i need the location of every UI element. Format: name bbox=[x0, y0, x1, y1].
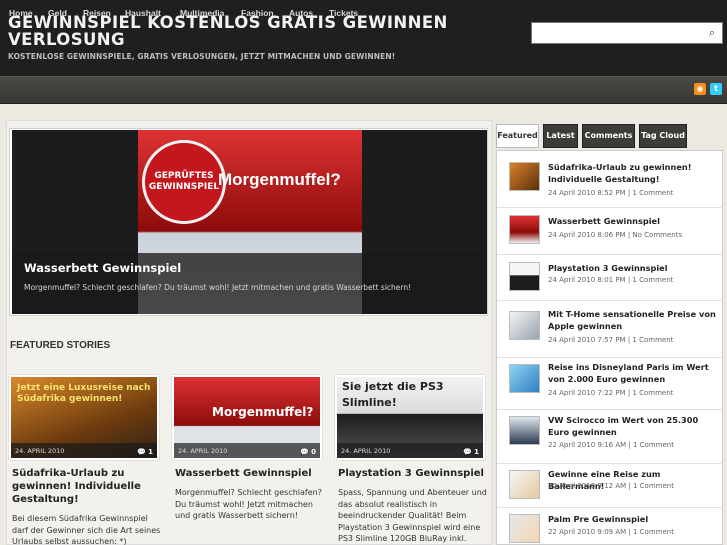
list-item[interactable]: Reise ins Disneyland Paris im Wert von 2… bbox=[497, 358, 724, 410]
tab-latest[interactable]: Latest bbox=[543, 124, 578, 148]
post-thumbnail[interactable] bbox=[509, 311, 540, 340]
list-item[interactable]: Gewinne eine Reise zum Ballermann! 22 Ap… bbox=[497, 464, 724, 508]
site-description: KOSTENLOSE GEWINNSPIELE, GRATIS VERLOSUN… bbox=[8, 52, 396, 61]
nav-item-tickets[interactable]: Tickets bbox=[329, 8, 358, 18]
featured-card-title[interactable]: Playstation 3 Gewinnspiel bbox=[338, 467, 488, 480]
nav-item-fashion[interactable]: Fashion bbox=[241, 8, 274, 18]
slide-image-headline: Morgenmuffel? bbox=[218, 170, 341, 189]
nav-item-autos[interactable]: Autos bbox=[289, 8, 313, 18]
post-meta: 22 April 2010 9:16 AM | 1 Comment bbox=[548, 441, 674, 449]
post-title[interactable]: Wasserbett Gewinnspiel bbox=[548, 216, 718, 228]
post-title[interactable]: Südafrika-Urlaub zu gewinnen! Individuel… bbox=[548, 162, 718, 185]
post-thumbnail[interactable] bbox=[509, 262, 540, 291]
featured-stories-heading: FEATURED STORIES bbox=[10, 340, 111, 351]
card-date: 24. APRIL 2010 bbox=[15, 447, 65, 455]
post-title[interactable]: Reise ins Disneyland Paris im Wert von 2… bbox=[548, 362, 718, 385]
featured-card-excerpt: Bei diesem Südafrika Gewinnspiel darf de… bbox=[12, 514, 161, 545]
thumbnail-text: Jetzt eine Luxusreise nach Südafrika gew… bbox=[17, 383, 151, 404]
thumbnail-text: Sie jetzt die PS3 Slimline! bbox=[342, 380, 444, 409]
post-title[interactable]: VW Scirocco im Wert von 25.300 Euro gewi… bbox=[548, 415, 718, 438]
comment-count: 💬 1 bbox=[136, 448, 153, 456]
featured-card-thumbnail[interactable]: Jetzt eine Luxusreise nach Südafrika gew… bbox=[9, 375, 159, 460]
list-item[interactable]: Palm Pre Gewinnspiel 22 April 2010 9:09 … bbox=[497, 508, 724, 545]
featured-card-thumbnail[interactable]: Morgenmuffel? 24. APRIL 2010 💬 0 bbox=[172, 375, 322, 460]
featured-card-title[interactable]: Südafrika-Urlaub zu gewinnen! Individuel… bbox=[12, 467, 162, 506]
post-thumbnail[interactable] bbox=[509, 416, 540, 445]
nav-item-home[interactable]: Home bbox=[9, 8, 33, 18]
post-meta: 24 April 2010 7:57 PM | 1 Comment bbox=[548, 336, 674, 344]
post-meta: 22 April 2010 9:12 AM | 1 Comment bbox=[548, 482, 674, 490]
post-thumbnail[interactable] bbox=[509, 514, 540, 543]
post-meta: 22 April 2010 9:09 AM | 1 Comment bbox=[548, 528, 674, 536]
slide-excerpt: Morgenmuffel? Schlecht geschlafen? Du tr… bbox=[24, 283, 412, 292]
post-thumbnail[interactable] bbox=[509, 364, 540, 393]
thumbnail-caption: 24. APRIL 2010 💬 1 bbox=[11, 443, 157, 458]
tab-featured[interactable]: Featured bbox=[496, 124, 539, 148]
sidebar-post-list: Südafrika-Urlaub zu gewinnen! Individuel… bbox=[496, 150, 724, 545]
search-input[interactable] bbox=[531, 22, 723, 44]
featured-card-thumbnail[interactable]: Sie jetzt die PS3 Slimline! 24. APRIL 20… bbox=[335, 375, 485, 460]
thumbnail-text: Morgenmuffel? bbox=[212, 405, 314, 419]
post-thumbnail[interactable] bbox=[509, 215, 540, 244]
post-meta: 24 April 2010 7:22 PM | 1 Comment bbox=[548, 389, 674, 397]
comment-count-value: 1 bbox=[148, 448, 153, 456]
comment-count-value: 0 bbox=[311, 448, 316, 456]
list-item[interactable]: Mit T-Home sensationelle Preise von Appl… bbox=[497, 301, 724, 358]
featured-card-title[interactable]: Wasserbett Gewinnspiel bbox=[175, 467, 325, 480]
card-date: 24. APRIL 2010 bbox=[178, 447, 228, 455]
list-item[interactable]: Wasserbett Gewinnspiel 24 April 2010 8:0… bbox=[497, 208, 724, 255]
post-meta: 24 April 2010 8:06 PM | No Comments bbox=[548, 231, 683, 239]
post-meta: 24 April 2010 8:01 PM | 1 Comment bbox=[548, 276, 674, 284]
nav-item-multimedia[interactable]: Multimedia bbox=[180, 8, 224, 18]
comment-count: 💬 1 bbox=[462, 448, 479, 456]
list-item[interactable]: VW Scirocco im Wert von 25.300 Euro gewi… bbox=[497, 410, 724, 464]
featured-card-excerpt: Spass, Spannung und Abenteuer und das ab… bbox=[338, 488, 487, 543]
sidebar-tabs: Featured Latest Comments Tag Cloud bbox=[496, 124, 723, 148]
nav-item-reisen[interactable]: Reisen bbox=[83, 8, 111, 18]
list-item[interactable]: Playstation 3 Gewinnspiel 24 April 2010 … bbox=[497, 255, 724, 301]
comment-count-value: 1 bbox=[474, 448, 479, 456]
site-title[interactable]: GEWINNSPIEL KOSTENLOS GRATIS GEWINNEN VE… bbox=[8, 14, 448, 48]
comment-count: 💬 0 bbox=[299, 448, 316, 456]
slide-title[interactable]: Wasserbett Gewinnspiel bbox=[24, 261, 181, 275]
post-title[interactable]: Playstation 3 Gewinnspiel bbox=[548, 263, 718, 275]
post-title[interactable]: Palm Pre Gewinnspiel bbox=[548, 514, 718, 526]
nav-item-geld[interactable]: Geld bbox=[48, 8, 67, 18]
main-navigation bbox=[0, 76, 727, 104]
post-thumbnail[interactable] bbox=[509, 470, 540, 499]
thumbnail-caption: 24. APRIL 2010 💬 1 bbox=[337, 443, 483, 458]
tab-comments[interactable]: Comments bbox=[582, 124, 635, 148]
post-title[interactable]: Mit T-Home sensationelle Preise von Appl… bbox=[548, 309, 718, 332]
tab-tag-cloud[interactable]: Tag Cloud bbox=[639, 124, 687, 148]
slide-seal: GEPRÜFTES GEWINNSPIEL bbox=[142, 140, 226, 224]
nav-item-haushalt[interactable]: Haushalt bbox=[125, 8, 161, 18]
post-thumbnail[interactable] bbox=[509, 162, 540, 191]
featured-card-excerpt: Morgenmuffel? Schlecht geschlafen? Du tr… bbox=[175, 488, 322, 520]
post-meta: 24 April 2010 8:52 PM | 1 Comment bbox=[548, 189, 674, 197]
search-icon[interactable]: ⌕ bbox=[704, 25, 720, 41]
list-item[interactable]: Südafrika-Urlaub zu gewinnen! Individuel… bbox=[497, 151, 724, 208]
thumbnail-caption: 24. APRIL 2010 💬 0 bbox=[174, 443, 320, 458]
twitter-icon[interactable]: t bbox=[710, 83, 722, 95]
card-date: 24. APRIL 2010 bbox=[341, 447, 391, 455]
rss-icon[interactable]: ◉ bbox=[694, 83, 706, 95]
